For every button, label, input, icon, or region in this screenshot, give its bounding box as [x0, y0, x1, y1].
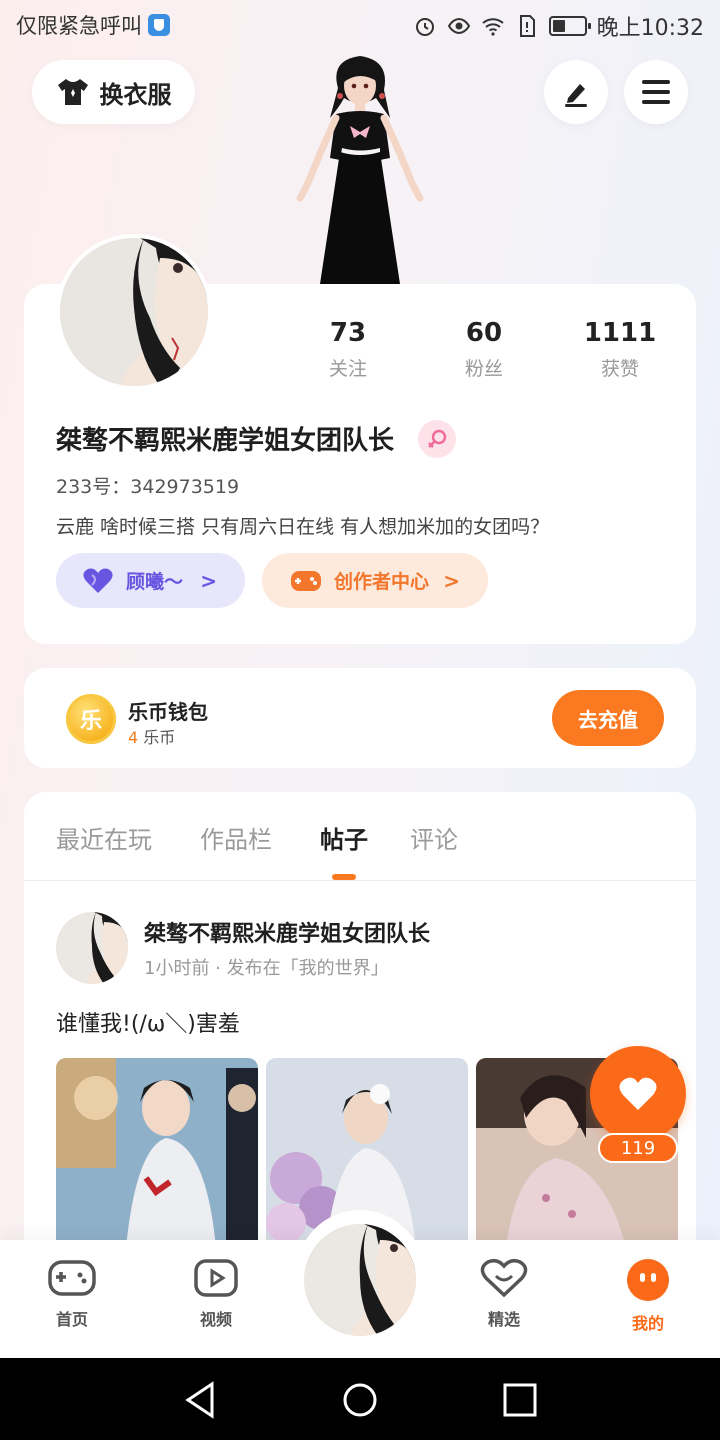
heart-smile-icon [480, 1258, 528, 1298]
fans-count: 60 [465, 318, 503, 348]
creator-center-label: 创作者中心 [334, 571, 430, 593]
wallet-title: 乐币钱包 [128, 700, 208, 724]
eye-icon [447, 17, 470, 35]
change-outfit-button[interactable]: 换衣服 [32, 60, 195, 124]
carrier-status: 仅限紧急呼叫 [16, 10, 170, 40]
avatar-figure[interactable] [280, 48, 440, 288]
tab-recently-played[interactable]: 最近在玩 [56, 820, 152, 855]
gamepad-icon [291, 570, 321, 591]
nav-video-label: 视频 [199, 1310, 232, 1329]
avatar-image [304, 1224, 416, 1336]
following-count: 73 [329, 318, 367, 348]
fans-label: 粉丝 [464, 358, 503, 380]
nav-home-label: 首页 [55, 1310, 88, 1329]
post-meta: 1小时前 · 发布在「我的世界」 [144, 958, 389, 979]
post-text: 谁懂我!(/ω＼)害羞 [56, 1012, 240, 1037]
carrier-text: 仅限紧急呼叫 [16, 14, 142, 38]
profile-avatar[interactable] [56, 234, 212, 390]
like-count: 119 [598, 1133, 678, 1163]
post-image-1[interactable] [56, 1058, 258, 1248]
nav-featured-label: 精选 [487, 1310, 520, 1329]
user-id: 233号：342973519 [56, 476, 240, 498]
guardian-tag-label: 顾曦～ [126, 571, 184, 593]
tab-divider [24, 880, 696, 881]
nav-mine[interactable]: 我的 [598, 1258, 698, 1334]
alarm-icon [415, 18, 434, 36]
home-icon[interactable] [340, 1380, 380, 1420]
play-icon [194, 1259, 238, 1297]
sim-alert-icon [519, 15, 535, 37]
bio: 云鹿 啥时候三搭 只有周六日在线 有人想加米加的女团吗？ [56, 516, 550, 538]
avatar-image [56, 912, 128, 984]
shield-icon [148, 14, 170, 36]
recharge-button[interactable]: 去充值 [552, 690, 664, 746]
status-bar: 仅限紧急呼叫 晚上10:32 [0, 0, 720, 50]
stat-likes[interactable]: 1111 获赞 [560, 318, 680, 381]
back-icon[interactable] [180, 1380, 220, 1420]
username: 桀骜不羁熙米鹿学姐女团队长 [56, 426, 395, 456]
wifi-icon [481, 18, 504, 36]
status-time: 晚上10:32 [596, 16, 704, 41]
like-button[interactable] [590, 1046, 686, 1142]
tab-works[interactable]: 作品栏 [200, 820, 272, 855]
status-icons: 晚上10:32 [413, 10, 704, 42]
nav-video[interactable]: 视频 [166, 1258, 266, 1330]
likes-label: 获赞 [600, 358, 639, 380]
wallet-amount: 4 [128, 728, 139, 747]
change-outfit-label: 换衣服 [99, 80, 172, 109]
nav-home[interactable]: 首页 [22, 1258, 122, 1330]
heart-icon [619, 1077, 657, 1110]
creator-center-button[interactable]: 创作者中心 > [262, 553, 488, 608]
chevron-right-icon: > [200, 568, 217, 593]
face-icon [627, 1259, 669, 1301]
post-author-avatar[interactable] [56, 912, 128, 984]
guardian-tag-button[interactable]: 顾曦～ > [56, 553, 245, 608]
nav-mine-label: 我的 [631, 1314, 664, 1333]
hamburger-menu-icon [642, 80, 670, 104]
stat-following[interactable]: 73 关注 [288, 318, 408, 381]
likes-count: 1111 [583, 318, 657, 348]
coin-icon: 乐 [66, 694, 116, 744]
center-avatar-button[interactable] [304, 1224, 416, 1336]
wallet-balance: 4 乐币 [128, 724, 175, 748]
post-author-name[interactable]: 桀骜不羁熙米鹿学姐女团队长 [144, 916, 430, 948]
gamepad-icon [48, 1260, 96, 1296]
stat-fans[interactable]: 60 粉丝 [424, 318, 544, 381]
nav-featured[interactable]: 精选 [454, 1258, 554, 1330]
heart-icon [83, 568, 113, 593]
pen-icon [565, 84, 587, 107]
female-gender-icon [418, 420, 456, 458]
chevron-right-icon: > [443, 568, 460, 593]
following-label: 关注 [328, 358, 367, 380]
avatar-image [60, 238, 208, 386]
recents-icon[interactable] [500, 1380, 540, 1420]
tshirt-icon [57, 79, 88, 105]
menu-button[interactable] [624, 60, 688, 124]
tab-posts[interactable]: 帖子 [320, 820, 368, 855]
wallet-unit: 乐币 [143, 728, 176, 747]
edit-profile-button[interactable] [544, 60, 608, 124]
battery-icon [548, 16, 591, 36]
tab-comments[interactable]: 评论 [410, 820, 458, 855]
